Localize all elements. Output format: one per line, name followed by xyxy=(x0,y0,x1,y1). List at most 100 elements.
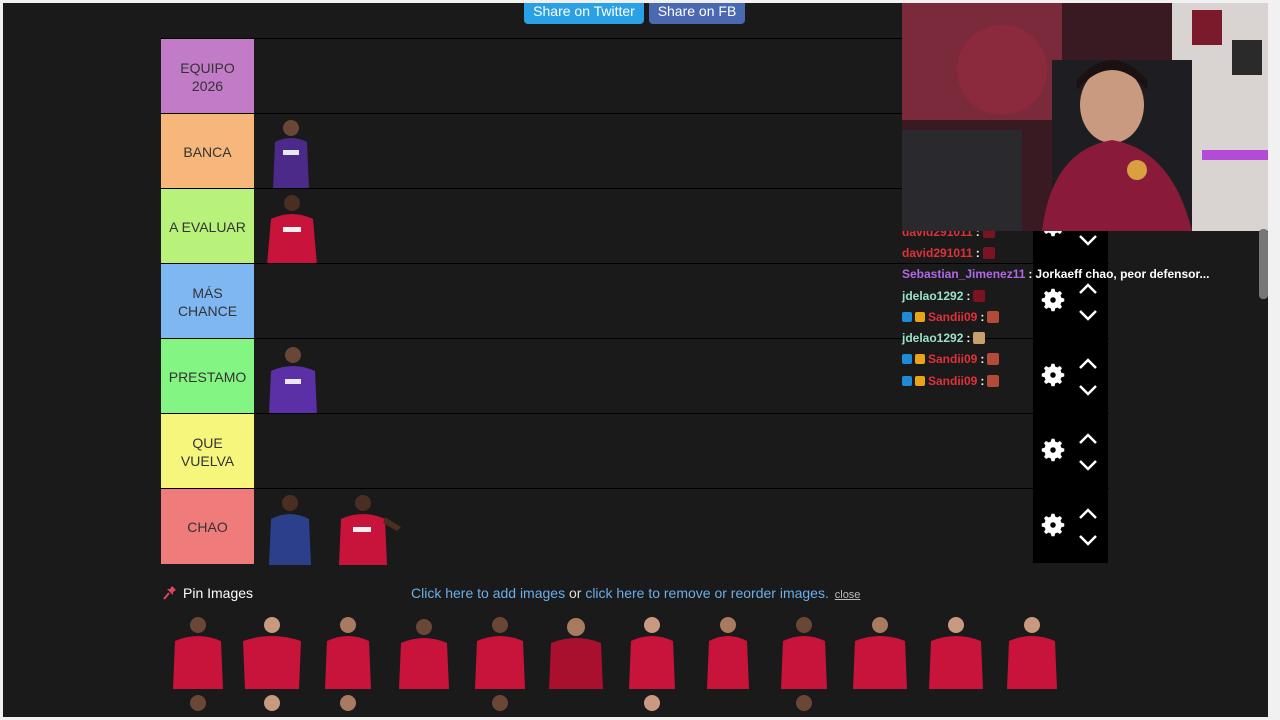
player-image[interactable] xyxy=(259,191,325,265)
chat-message: jdelao1292: xyxy=(902,285,1032,306)
chat-username: Sebastian_Jimenez11 xyxy=(902,267,1026,282)
chat-message: jdelao1292: xyxy=(902,327,1032,348)
chat-message: david291011: xyxy=(902,242,1032,263)
chevron-up-icon[interactable] xyxy=(1077,281,1099,297)
player-image[interactable] xyxy=(263,341,323,415)
pin-bar: Pin Images Click here to add images or c… xyxy=(163,583,1063,605)
player-image[interactable] xyxy=(237,691,307,717)
tier-label-text: MÁS CHANCE xyxy=(177,284,238,319)
pushpin-icon xyxy=(163,586,176,600)
share-facebook-button[interactable]: Share on FB xyxy=(649,3,745,24)
player-image[interactable] xyxy=(997,613,1067,689)
chat-colon: : xyxy=(980,373,985,388)
gear-icon[interactable] xyxy=(1038,510,1068,540)
tier-label-text: CHAO xyxy=(187,518,228,535)
crown-badge-icon xyxy=(915,375,925,386)
tier-label-text: QUE VUELVA xyxy=(180,434,235,469)
badge-icon xyxy=(902,375,912,386)
badge-icon xyxy=(902,311,912,322)
player-image[interactable] xyxy=(313,691,383,717)
chat-overlay: david291011: david291011: Sebastian_Jime… xyxy=(902,221,1209,396)
tier-label[interactable]: MÁS CHANCE xyxy=(161,264,254,339)
player-image[interactable] xyxy=(617,613,687,689)
tier-controls xyxy=(1033,338,1108,413)
chevron-down-icon[interactable] xyxy=(1077,532,1099,548)
tier-label[interactable]: EQUIPO 2026 xyxy=(161,39,254,114)
chevron-down-icon[interactable] xyxy=(1077,307,1099,323)
tier-label[interactable]: CHAO xyxy=(161,489,254,564)
tier-label[interactable]: QUE VUELVA xyxy=(161,414,254,489)
crown-badge-icon xyxy=(915,311,925,322)
share-twitter-button[interactable]: Share on Twitter xyxy=(524,3,644,24)
chat-colon: : xyxy=(966,288,971,303)
scrollbar[interactable] xyxy=(1259,229,1268,299)
player-image[interactable] xyxy=(163,613,233,689)
chat-username: Sandii09 xyxy=(928,352,978,367)
remove-reorder-link[interactable]: click here to remove or reorder images. xyxy=(585,585,829,601)
chevron-up-icon[interactable] xyxy=(1077,506,1099,522)
chat-username: david291011 xyxy=(902,245,973,260)
tier-label-text: A EVALUAR xyxy=(169,218,246,235)
tier-label[interactable]: PRESTAMO xyxy=(161,339,254,414)
tier-row: QUE VUELVA xyxy=(161,413,1109,489)
chat-colon: : xyxy=(966,331,971,346)
player-image[interactable] xyxy=(617,691,687,717)
close-link[interactable]: close xyxy=(835,589,861,601)
player-image[interactable] xyxy=(769,691,839,717)
emote-icon xyxy=(973,332,986,345)
player-image[interactable] xyxy=(237,613,307,689)
tier-items[interactable] xyxy=(255,414,1033,489)
player-image[interactable] xyxy=(265,491,315,565)
pin-links: Click here to add images or click here t… xyxy=(411,585,860,601)
chevron-down-icon[interactable] xyxy=(1077,382,1099,398)
tier-controls xyxy=(1033,413,1108,488)
player-image[interactable] xyxy=(921,613,991,689)
tier-list-app: Share on Twitter Share on FB EQUIPO 2026… xyxy=(3,3,1268,717)
chevron-up-icon[interactable] xyxy=(1077,356,1099,372)
emote-icon xyxy=(982,246,995,259)
player-image[interactable] xyxy=(465,691,535,717)
tier-items[interactable] xyxy=(255,489,1033,565)
chat-username: Sandii09 xyxy=(928,309,978,324)
chat-username: Sandii09 xyxy=(928,373,978,388)
chevron-down-icon[interactable] xyxy=(1077,232,1099,248)
chat-message: Sandii09: xyxy=(902,370,1032,391)
tier-label[interactable]: A EVALUAR xyxy=(161,189,254,264)
or-text: or xyxy=(565,585,586,601)
gear-icon[interactable] xyxy=(1038,360,1068,390)
player-image[interactable] xyxy=(845,613,915,689)
tier-label-text: BANCA xyxy=(183,143,232,160)
tier-controls xyxy=(1033,488,1108,563)
chevron-up-icon[interactable] xyxy=(1077,431,1099,447)
gear-icon[interactable] xyxy=(1038,285,1068,315)
badge-icon xyxy=(902,354,912,365)
player-image[interactable] xyxy=(163,691,233,717)
pin-images-label[interactable]: Pin Images xyxy=(183,585,253,601)
player-image[interactable] xyxy=(261,116,321,190)
chat-message: Sandii09: xyxy=(902,306,1032,327)
add-images-link[interactable]: Click here to add images xyxy=(411,585,565,601)
emote-icon xyxy=(973,289,986,302)
image-pool xyxy=(163,613,1063,717)
chat-colon: : xyxy=(980,352,985,367)
tier-label-text: EQUIPO 2026 xyxy=(180,59,235,94)
chevron-down-icon[interactable] xyxy=(1077,457,1099,473)
chat-username: jdelao1292 xyxy=(902,331,964,346)
player-image[interactable] xyxy=(313,613,383,689)
player-image[interactable] xyxy=(333,491,405,565)
emote-icon xyxy=(987,353,1000,366)
tier-label-text: PRESTAMO xyxy=(168,368,247,385)
crown-badge-icon xyxy=(915,354,925,365)
player-image[interactable] xyxy=(693,613,763,689)
chat-message: Sandii09: xyxy=(902,349,1032,370)
tier-row: CHAO xyxy=(161,488,1109,565)
player-image[interactable] xyxy=(769,613,839,689)
chat-colon: : xyxy=(1028,267,1033,282)
gear-icon[interactable] xyxy=(1038,435,1068,465)
player-image[interactable] xyxy=(465,613,535,689)
player-image[interactable] xyxy=(541,613,611,689)
tier-label[interactable]: BANCA xyxy=(161,114,254,189)
chat-colon: : xyxy=(975,245,980,260)
player-image[interactable] xyxy=(389,613,459,689)
chat-colon: : xyxy=(980,309,985,324)
